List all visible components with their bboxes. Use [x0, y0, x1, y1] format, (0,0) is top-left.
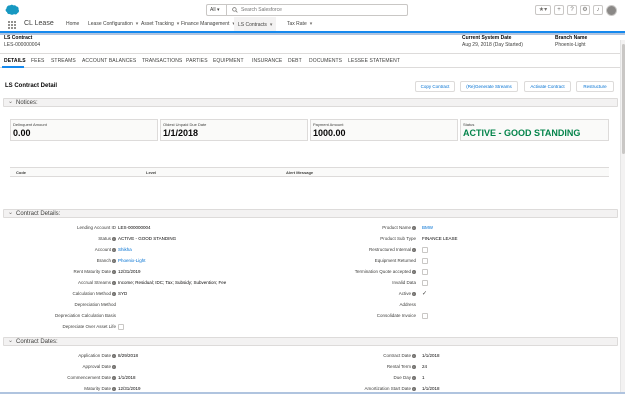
regenerate-streams-button[interactable]: (Re)Generate Streams — [460, 81, 518, 92]
tab-account-balances[interactable]: ACCOUNT BALANCES — [82, 58, 136, 64]
app-name: CL Lease — [24, 20, 54, 27]
chevron-down-icon: ⌄ — [8, 338, 14, 344]
field-depreciate-over-asset-life: Depreciate Over Asset Life — [0, 324, 625, 332]
field-product-name: Product Name i BMW — [382, 225, 433, 230]
chevron-down-icon[interactable]: ▾ — [177, 21, 180, 27]
nav-home[interactable]: Home — [66, 21, 79, 27]
search-icon — [232, 7, 238, 13]
info-icon[interactable]: i — [412, 291, 416, 296]
chevron-down-icon: ⌄ — [8, 99, 14, 105]
chevron-down-icon[interactable]: ▾ — [270, 22, 273, 28]
field-equipment-returned: Equipment Returned — [0, 258, 625, 266]
nav-ls-contracts[interactable]: LS Contracts ▾ — [234, 17, 277, 33]
info-icon[interactable]: i — [412, 353, 416, 358]
record-type-title: LS Contract — [4, 35, 33, 41]
info-icon[interactable]: i — [412, 247, 416, 252]
field-product-sub-type: Product Sub Type FINANCE LEASE — [380, 236, 458, 241]
info-icon[interactable]: i — [412, 364, 416, 369]
main-content: LS Contract LES-000000004 Current System… — [0, 35, 625, 392]
search-input[interactable] — [241, 5, 401, 15]
record-tabs: DETAILS FEES STREAMS ACCOUNT BALANCES TR… — [0, 54, 625, 68]
tab-documents[interactable]: DOCUMENTS — [309, 58, 342, 64]
nav-tax-rate[interactable]: Tax Rate ▾ — [287, 21, 312, 27]
record-header: LS Contract LES-000000004 — [4, 35, 40, 48]
info-icon[interactable]: i — [412, 225, 416, 230]
tab-insurance[interactable]: INSURANCE — [252, 58, 282, 64]
tab-fees[interactable]: FEES — [31, 58, 44, 64]
utility-icons: ★▾ + ? ⚙ ♪ — [535, 4, 617, 16]
restructure-button[interactable]: Restructure — [576, 81, 614, 92]
search-scope-select[interactable]: All ▾ — [207, 5, 227, 15]
app-launcher-icon[interactable] — [8, 21, 16, 29]
nav-asset-tracking[interactable]: Asset Tracking ▾ — [141, 21, 179, 27]
notices-summary: Delinquent Amount 0.00 Oldest Unpaid Due… — [10, 119, 609, 141]
branch-block: Branch Name Phoenix-Light — [555, 35, 588, 48]
field-termination-quote-accepted: Termination Quote accepted i — [0, 269, 625, 277]
active-tab-indicator — [2, 66, 24, 68]
field-restructured-internal: Restructured Internal i — [0, 247, 625, 255]
chevron-down-icon[interactable]: ▾ — [310, 21, 313, 27]
checkmark-icon: ✓ — [422, 291, 428, 297]
chevron-down-icon[interactable]: ▾ — [136, 21, 139, 27]
info-icon[interactable]: i — [412, 386, 416, 391]
delinquent-amount-box: Delinquent Amount 0.00 — [10, 119, 158, 141]
notifications-bell-icon[interactable]: ♪ — [593, 5, 603, 15]
depreciate-over-asset-life-checkbox[interactable] — [118, 324, 124, 330]
app-nav-bar: CL Lease Home Lease Configuration ▾ Asset… — [0, 17, 625, 33]
setup-gear-icon[interactable]: ⚙ — [580, 5, 590, 15]
contract-dates-section-header[interactable]: ⌄ Contract Dates: — [3, 337, 618, 346]
favorites-star-icon[interactable]: ★▾ — [535, 5, 551, 15]
help-icon[interactable]: ? — [567, 5, 577, 15]
info-icon[interactable]: i — [412, 269, 416, 274]
termination-quote-accepted-checkbox[interactable] — [422, 269, 428, 275]
tab-transactions[interactable]: TRANSACTIONS — [142, 58, 182, 64]
detail-title: LS Contract Detail — [5, 83, 58, 89]
consolidate-invoice-checkbox[interactable] — [422, 313, 428, 319]
tab-details[interactable]: DETAILS — [4, 58, 26, 64]
payment-amount-box: Payment Amount 1000.00 — [310, 119, 458, 141]
tab-parties[interactable]: PARTIES — [186, 58, 208, 64]
field-contract-date: Contract Date i 1/1/2018 — [383, 353, 440, 358]
product-name-link[interactable]: BMW — [422, 225, 433, 230]
field-due-day: Due Day i 1 — [393, 375, 425, 380]
system-date-block: Current System Date Aug 29, 2018 (Day St… — [462, 35, 523, 48]
info-icon[interactable]: i — [412, 375, 416, 380]
tab-lessee-statement[interactable]: LESSEE STATEMENT — [348, 58, 400, 64]
global-search[interactable]: All ▾ — [206, 4, 408, 16]
field-amortization-start-date: Amortization Start Date i 1/1/2018 — [364, 386, 440, 391]
alert-message-table-header: Code Level Alert Message — [10, 167, 609, 177]
tab-equipment[interactable]: EQUIPMENT — [213, 58, 244, 64]
restructured-internal-checkbox[interactable] — [422, 247, 428, 253]
field-address: Address — [399, 302, 416, 307]
field-active: Active i ✓ — [398, 291, 428, 297]
oldest-unpaid-box: Oldest Unpaid Due Date 1/1/2018 — [160, 119, 308, 141]
tab-debt[interactable]: DEBT — [288, 58, 302, 64]
invalid-data-checkbox[interactable] — [422, 280, 428, 286]
nav-finance-management[interactable]: Finance Management▾ — [181, 21, 235, 27]
tab-streams[interactable]: STREAMS — [51, 58, 76, 64]
field-consolidate-invoice: Consolidate Invoice — [0, 313, 625, 321]
contract-details-section-header[interactable]: ⌄ Contract Details: — [3, 209, 618, 218]
salesforce-cloud-icon[interactable] — [4, 4, 19, 15]
add-icon[interactable]: + — [554, 5, 564, 15]
nav-lease-configuration[interactable]: Lease Configuration ▾ — [88, 21, 138, 27]
chevron-down-icon: ⌄ — [8, 210, 14, 216]
equipment-returned-checkbox[interactable] — [422, 258, 428, 264]
activate-contract-button[interactable]: Activate Contract — [524, 81, 571, 92]
copy-contract-button[interactable]: Copy Contract — [415, 81, 455, 92]
page-scrollbar[interactable] — [620, 40, 625, 392]
field-rental-term: Rental Term i 24 — [386, 364, 428, 369]
notices-section-header[interactable]: ⌄ Notices: — [3, 98, 618, 107]
status-box: Status ACTIVE - GOOD STANDING — [460, 119, 609, 141]
field-invalid-data: Invalid Data — [0, 280, 625, 288]
record-id: LES-000000004 — [4, 42, 41, 48]
user-avatar[interactable] — [606, 4, 617, 16]
